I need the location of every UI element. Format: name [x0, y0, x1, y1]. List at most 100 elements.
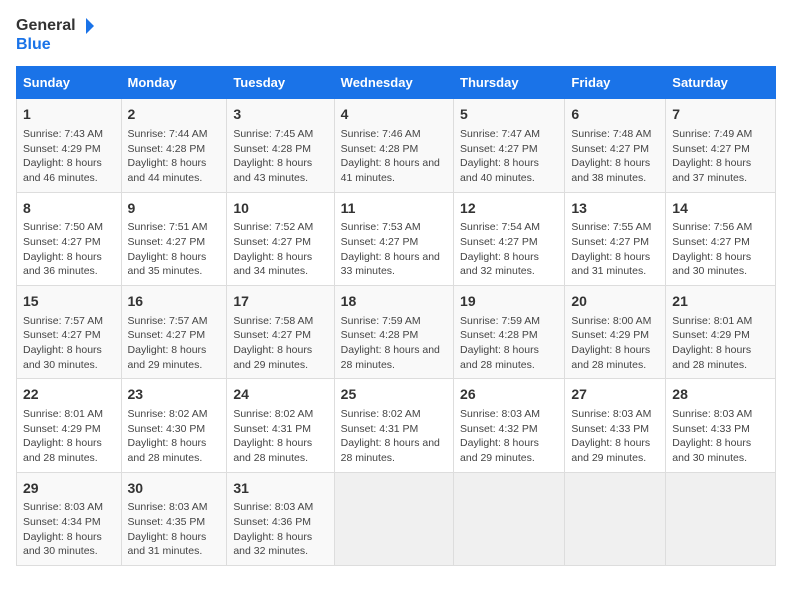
- calendar-cell: 10Sunrise: 7:52 AMSunset: 4:27 PMDayligh…: [227, 192, 334, 285]
- calendar-cell: 17Sunrise: 7:58 AMSunset: 4:27 PMDayligh…: [227, 286, 334, 379]
- calendar-cell: 31Sunrise: 8:03 AMSunset: 4:36 PMDayligh…: [227, 472, 334, 565]
- cell-info: Sunrise: 8:02 AMSunset: 4:31 PMDaylight:…: [341, 407, 447, 466]
- calendar-cell: 5Sunrise: 7:47 AMSunset: 4:27 PMDaylight…: [454, 99, 565, 192]
- day-number: 6: [571, 105, 659, 125]
- header-day-thursday: Thursday: [454, 67, 565, 99]
- day-number: 3: [233, 105, 327, 125]
- cell-info: Sunrise: 7:49 AMSunset: 4:27 PMDaylight:…: [672, 127, 769, 186]
- calendar-table: SundayMondayTuesdayWednesdayThursdayFrid…: [16, 66, 776, 566]
- cell-info: Sunrise: 7:52 AMSunset: 4:27 PMDaylight:…: [233, 220, 327, 279]
- header-day-wednesday: Wednesday: [334, 67, 453, 99]
- day-number: 13: [571, 199, 659, 219]
- calendar-cell: 23Sunrise: 8:02 AMSunset: 4:30 PMDayligh…: [121, 379, 227, 472]
- cell-info: Sunrise: 7:48 AMSunset: 4:27 PMDaylight:…: [571, 127, 659, 186]
- calendar-cell: 14Sunrise: 7:56 AMSunset: 4:27 PMDayligh…: [666, 192, 776, 285]
- calendar-cell: 13Sunrise: 7:55 AMSunset: 4:27 PMDayligh…: [565, 192, 666, 285]
- day-number: 12: [460, 199, 558, 219]
- day-number: 7: [672, 105, 769, 125]
- day-number: 24: [233, 385, 327, 405]
- cell-info: Sunrise: 7:44 AMSunset: 4:28 PMDaylight:…: [128, 127, 221, 186]
- day-number: 22: [23, 385, 115, 405]
- header-day-sunday: Sunday: [17, 67, 122, 99]
- cell-info: Sunrise: 7:43 AMSunset: 4:29 PMDaylight:…: [23, 127, 115, 186]
- header-day-monday: Monday: [121, 67, 227, 99]
- cell-info: Sunrise: 8:02 AMSunset: 4:30 PMDaylight:…: [128, 407, 221, 466]
- header-day-saturday: Saturday: [666, 67, 776, 99]
- cell-info: Sunrise: 7:53 AMSunset: 4:27 PMDaylight:…: [341, 220, 447, 279]
- calendar-header-row: SundayMondayTuesdayWednesdayThursdayFrid…: [17, 67, 776, 99]
- day-number: 18: [341, 292, 447, 312]
- calendar-cell: 7Sunrise: 7:49 AMSunset: 4:27 PMDaylight…: [666, 99, 776, 192]
- cell-info: Sunrise: 8:03 AMSunset: 4:32 PMDaylight:…: [460, 407, 558, 466]
- day-number: 20: [571, 292, 659, 312]
- day-number: 16: [128, 292, 221, 312]
- calendar-body: 1Sunrise: 7:43 AMSunset: 4:29 PMDaylight…: [17, 99, 776, 566]
- cell-info: Sunrise: 7:51 AMSunset: 4:27 PMDaylight:…: [128, 220, 221, 279]
- cell-info: Sunrise: 7:56 AMSunset: 4:27 PMDaylight:…: [672, 220, 769, 279]
- day-number: 28: [672, 385, 769, 405]
- day-number: 27: [571, 385, 659, 405]
- calendar-cell: 16Sunrise: 7:57 AMSunset: 4:27 PMDayligh…: [121, 286, 227, 379]
- cell-info: Sunrise: 8:02 AMSunset: 4:31 PMDaylight:…: [233, 407, 327, 466]
- day-number: 15: [23, 292, 115, 312]
- calendar-cell: 3Sunrise: 7:45 AMSunset: 4:28 PMDaylight…: [227, 99, 334, 192]
- calendar-cell: 20Sunrise: 8:00 AMSunset: 4:29 PMDayligh…: [565, 286, 666, 379]
- calendar-cell: 15Sunrise: 7:57 AMSunset: 4:27 PMDayligh…: [17, 286, 122, 379]
- calendar-cell: 6Sunrise: 7:48 AMSunset: 4:27 PMDaylight…: [565, 99, 666, 192]
- day-number: 25: [341, 385, 447, 405]
- calendar-week-row: 15Sunrise: 7:57 AMSunset: 4:27 PMDayligh…: [17, 286, 776, 379]
- cell-info: Sunrise: 8:03 AMSunset: 4:36 PMDaylight:…: [233, 500, 327, 559]
- cell-info: Sunrise: 7:50 AMSunset: 4:27 PMDaylight:…: [23, 220, 115, 279]
- calendar-cell: 4Sunrise: 7:46 AMSunset: 4:28 PMDaylight…: [334, 99, 453, 192]
- day-number: 19: [460, 292, 558, 312]
- cell-info: Sunrise: 7:59 AMSunset: 4:28 PMDaylight:…: [341, 314, 447, 373]
- header-day-tuesday: Tuesday: [227, 67, 334, 99]
- calendar-week-row: 22Sunrise: 8:01 AMSunset: 4:29 PMDayligh…: [17, 379, 776, 472]
- calendar-cell: 19Sunrise: 7:59 AMSunset: 4:28 PMDayligh…: [454, 286, 565, 379]
- cell-info: Sunrise: 8:03 AMSunset: 4:35 PMDaylight:…: [128, 500, 221, 559]
- cell-info: Sunrise: 8:00 AMSunset: 4:29 PMDaylight:…: [571, 314, 659, 373]
- calendar-cell: 22Sunrise: 8:01 AMSunset: 4:29 PMDayligh…: [17, 379, 122, 472]
- cell-info: Sunrise: 8:01 AMSunset: 4:29 PMDaylight:…: [23, 407, 115, 466]
- day-number: 11: [341, 199, 447, 219]
- cell-info: Sunrise: 7:45 AMSunset: 4:28 PMDaylight:…: [233, 127, 327, 186]
- cell-info: Sunrise: 7:57 AMSunset: 4:27 PMDaylight:…: [23, 314, 115, 373]
- cell-info: Sunrise: 8:03 AMSunset: 4:33 PMDaylight:…: [571, 407, 659, 466]
- day-number: 4: [341, 105, 447, 125]
- calendar-cell: 8Sunrise: 7:50 AMSunset: 4:27 PMDaylight…: [17, 192, 122, 285]
- calendar-cell: [454, 472, 565, 565]
- calendar-cell: 26Sunrise: 8:03 AMSunset: 4:32 PMDayligh…: [454, 379, 565, 472]
- cell-info: Sunrise: 7:57 AMSunset: 4:27 PMDaylight:…: [128, 314, 221, 373]
- calendar-cell: 12Sunrise: 7:54 AMSunset: 4:27 PMDayligh…: [454, 192, 565, 285]
- day-number: 10: [233, 199, 327, 219]
- calendar-cell: 2Sunrise: 7:44 AMSunset: 4:28 PMDaylight…: [121, 99, 227, 192]
- day-number: 29: [23, 479, 115, 499]
- calendar-cell: [565, 472, 666, 565]
- calendar-cell: 25Sunrise: 8:02 AMSunset: 4:31 PMDayligh…: [334, 379, 453, 472]
- calendar-cell: 28Sunrise: 8:03 AMSunset: 4:33 PMDayligh…: [666, 379, 776, 472]
- day-number: 5: [460, 105, 558, 125]
- day-number: 26: [460, 385, 558, 405]
- logo: GeneralBlue: [16, 16, 96, 54]
- calendar-cell: 27Sunrise: 8:03 AMSunset: 4:33 PMDayligh…: [565, 379, 666, 472]
- header-day-friday: Friday: [565, 67, 666, 99]
- cell-info: Sunrise: 7:46 AMSunset: 4:28 PMDaylight:…: [341, 127, 447, 186]
- calendar-cell: 11Sunrise: 7:53 AMSunset: 4:27 PMDayligh…: [334, 192, 453, 285]
- calendar-cell: 9Sunrise: 7:51 AMSunset: 4:27 PMDaylight…: [121, 192, 227, 285]
- calendar-cell: 1Sunrise: 7:43 AMSunset: 4:29 PMDaylight…: [17, 99, 122, 192]
- cell-info: Sunrise: 8:03 AMSunset: 4:34 PMDaylight:…: [23, 500, 115, 559]
- day-number: 17: [233, 292, 327, 312]
- day-number: 23: [128, 385, 221, 405]
- day-number: 2: [128, 105, 221, 125]
- cell-info: Sunrise: 7:59 AMSunset: 4:28 PMDaylight:…: [460, 314, 558, 373]
- day-number: 14: [672, 199, 769, 219]
- day-number: 21: [672, 292, 769, 312]
- cell-info: Sunrise: 7:47 AMSunset: 4:27 PMDaylight:…: [460, 127, 558, 186]
- logo-text: GeneralBlue: [16, 16, 96, 54]
- calendar-cell: 29Sunrise: 8:03 AMSunset: 4:34 PMDayligh…: [17, 472, 122, 565]
- calendar-week-row: 29Sunrise: 8:03 AMSunset: 4:34 PMDayligh…: [17, 472, 776, 565]
- cell-info: Sunrise: 8:01 AMSunset: 4:29 PMDaylight:…: [672, 314, 769, 373]
- day-number: 9: [128, 199, 221, 219]
- calendar-cell: 21Sunrise: 8:01 AMSunset: 4:29 PMDayligh…: [666, 286, 776, 379]
- calendar-cell: 24Sunrise: 8:02 AMSunset: 4:31 PMDayligh…: [227, 379, 334, 472]
